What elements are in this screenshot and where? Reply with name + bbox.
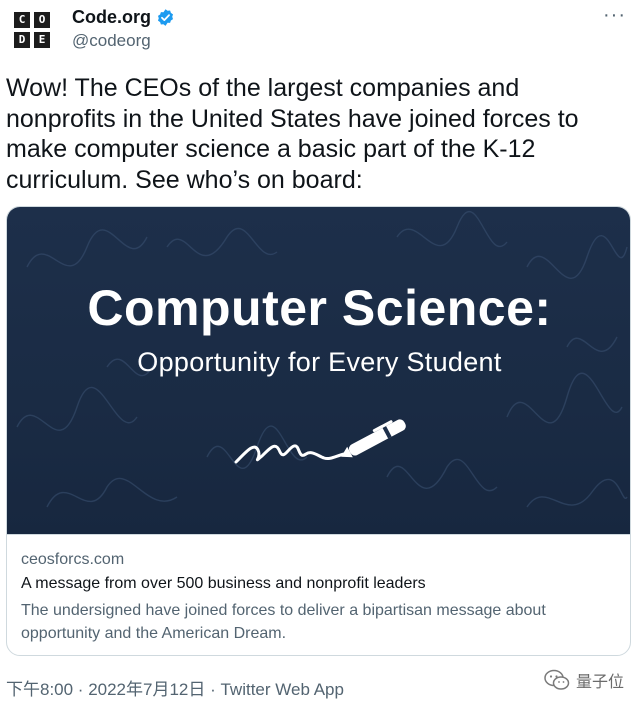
card-image-title: Computer Science: [87, 280, 552, 336]
card-image-subtitle: Opportunity for Every Student [137, 347, 502, 377]
user-handle[interactable]: @codeorg [72, 31, 151, 51]
display-name-line: Code.org [72, 7, 175, 28]
tweet-timestamp[interactable]: 下午8:00 · 2022年7月12日 · Twitter Web App [6, 675, 344, 700]
logo-letter: E [34, 32, 50, 48]
verified-badge-icon [156, 8, 175, 27]
tweet-text: Wow! The CEOs of the largest companies a… [6, 74, 579, 194]
logo-letter: C [14, 12, 30, 28]
avatar[interactable]: C O D E [8, 6, 54, 52]
display-name[interactable]: Code.org [72, 7, 151, 28]
card-meta[interactable]: ceosforcs.com A message from over 500 bu… [7, 534, 630, 655]
pen-icon [234, 419, 406, 464]
logo-letter: D [14, 32, 30, 48]
card-description: The undersigned have joined forces to de… [21, 602, 546, 642]
watermark: 量子位 [544, 668, 624, 692]
more-options-icon[interactable]: ··· [603, 4, 626, 27]
logo-letter: O [34, 12, 50, 28]
card-image[interactable]: Computer Science: Opportunity for Every … [7, 207, 630, 534]
wechat-icon [544, 669, 570, 690]
card-headline: A message from over 500 business and non… [21, 575, 426, 592]
card-domain: ceosforcs.com [21, 551, 125, 568]
tweet-header: C O D E Code.org @codeorg ··· [0, 0, 640, 60]
link-card[interactable]: Computer Science: Opportunity for Every … [6, 206, 631, 656]
watermark-text: 量子位 [575, 674, 624, 691]
code-org-logo: C O D E [14, 12, 50, 48]
